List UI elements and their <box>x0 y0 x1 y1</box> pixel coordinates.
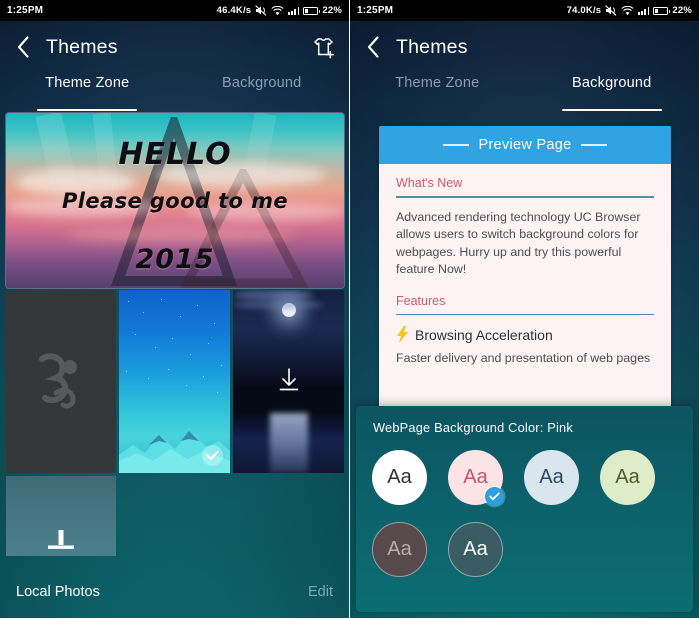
tab-active-underline <box>561 108 662 111</box>
add-theme-icon <box>313 38 334 59</box>
wifi-icon <box>271 5 284 15</box>
feature-title: Browsing Acceleration <box>415 326 553 343</box>
feature-body: Faster delivery and presentation of web … <box>396 351 651 366</box>
back-chevron-icon <box>17 36 29 58</box>
preview-page-title: Preview Page <box>478 137 572 153</box>
wifi-icon <box>621 5 634 15</box>
theme-thumb-mountain[interactable] <box>119 290 230 473</box>
tab-bar-left: Theme Zone Background <box>0 73 349 111</box>
screenshot-stage: 1:25PM 46.4K/s 22% Themes Theme Zone Bac… <box>0 0 699 618</box>
whats-new-body: Advanced rendering technology UC Browser… <box>396 209 641 277</box>
app-bar-left: Themes <box>0 21 349 73</box>
check-icon <box>489 492 500 501</box>
lightning-bolt-icon <box>397 326 408 344</box>
section-divider <box>396 313 654 316</box>
color-swatch-pink[interactable]: Aa <box>448 450 504 506</box>
status-bar-left: 1:25PM 46.4K/s 22% <box>0 0 349 21</box>
status-icons: 46.4K/s 22% <box>217 5 342 16</box>
swatch-selected-badge <box>485 487 504 506</box>
tab-theme-zone[interactable]: Theme Zone <box>0 73 175 111</box>
theme-thumb-local-photos[interactable] <box>6 476 116 556</box>
app-bar-right: Themes <box>350 21 699 73</box>
network-speed-label: 46.4K/s <box>216 5 252 16</box>
status-time: 1:25PM <box>357 5 394 16</box>
battery-icon <box>653 6 671 15</box>
battery-icon <box>303 6 321 15</box>
preview-card-header: Preview Page <box>379 126 671 164</box>
swatch-row-2: Aa Aa <box>356 522 693 577</box>
header-rule-right <box>580 144 607 146</box>
status-icons: 74.0K/s 22% <box>567 5 692 16</box>
featured-theme-banner[interactable]: HELLO Please good to me 2015 <box>6 113 344 288</box>
tab-theme-zone-label: Theme Zone <box>45 75 130 91</box>
swatch-border <box>372 522 427 577</box>
signal-bars-icon <box>638 6 650 15</box>
color-swatch-light-blue[interactable]: Aa <box>524 450 579 505</box>
check-icon <box>206 450 219 460</box>
preview-page-card: Preview Page What's New Advanced renderi… <box>379 126 671 410</box>
mute-icon <box>255 5 267 16</box>
banner-text-line1: HELLO <box>118 137 232 172</box>
whats-new-heading: What's New <box>396 176 463 190</box>
header-rule-left <box>443 144 470 146</box>
color-swatch-dark-teal[interactable]: Aa <box>448 522 503 577</box>
swatch-row-1: Aa Aa Aa Aa <box>356 450 693 506</box>
banner-text-line3: 2015 <box>135 244 215 275</box>
swatch-label: Aa <box>387 466 412 488</box>
page-title: Themes <box>46 35 118 58</box>
swatch-label: Aa <box>615 466 640 488</box>
battery-percent: 22% <box>322 5 342 16</box>
color-swatch-light-green[interactable]: Aa <box>600 450 655 505</box>
tab-bar-right: Theme Zone Background <box>350 73 699 111</box>
cloud <box>233 290 313 300</box>
add-theme-button[interactable] <box>297 21 349 73</box>
upload-icon <box>48 530 74 549</box>
mute-icon <box>605 5 617 16</box>
theme-thumb-moonlit-sea[interactable] <box>233 290 344 473</box>
theme-thumb-uc-default[interactable] <box>6 290 116 473</box>
feature-row: Browsing Acceleration <box>396 326 654 344</box>
cloud <box>66 227 296 243</box>
battery-percent: 22% <box>672 5 692 16</box>
theme-thumbnail-grid <box>6 290 344 565</box>
network-speed-label: 74.0K/s <box>566 5 602 16</box>
swatch-label: Aa <box>463 466 488 488</box>
phone-screen-right: 1:25PM 74.0K/s 22% Themes Theme Zone Bac… <box>350 0 699 618</box>
status-time: 1:25PM <box>7 5 44 16</box>
tab-background-label: Background <box>572 75 652 91</box>
back-chevron-icon <box>367 36 379 58</box>
uc-browser-logo-icon <box>39 352 77 409</box>
features-heading: Features <box>396 293 446 308</box>
cloud <box>233 300 323 309</box>
bottom-bar-left: Local Photos Edit <box>0 566 349 618</box>
color-swatch-white[interactable]: Aa <box>372 450 427 505</box>
tab-background[interactable]: Background <box>175 73 350 111</box>
tab-theme-zone-label: Theme Zone <box>395 75 480 91</box>
download-icon[interactable] <box>278 368 299 392</box>
swatch-border <box>448 522 503 577</box>
background-color-sheet: WebPage Background Color: Pink Aa Aa Aa <box>356 406 693 612</box>
tab-background[interactable]: Background <box>525 73 699 111</box>
swatch-label: Aa <box>539 466 564 488</box>
banner-text-line2: Please good to me <box>62 189 288 213</box>
sheet-title: WebPage Background Color: Pink <box>373 420 573 435</box>
tab-background-label: Background <box>222 75 302 91</box>
back-button[interactable] <box>0 21 46 73</box>
selected-check-badge <box>202 445 223 466</box>
color-swatch-dark-brown[interactable]: Aa <box>372 522 427 577</box>
preview-card-body: What's New Advanced rendering technology… <box>379 164 671 410</box>
back-button[interactable] <box>350 21 396 73</box>
local-photos-label[interactable]: Local Photos <box>16 584 100 600</box>
edit-button[interactable]: Edit <box>308 584 333 600</box>
section-divider <box>396 196 654 198</box>
phone-screen-left: 1:25PM 46.4K/s 22% Themes Theme Zone Bac… <box>0 0 349 618</box>
signal-bars-icon <box>288 6 300 15</box>
tab-active-underline <box>37 108 138 111</box>
tab-theme-zone[interactable]: Theme Zone <box>350 73 525 111</box>
page-title: Themes <box>396 35 468 58</box>
status-bar-right: 1:25PM 74.0K/s 22% <box>350 0 699 21</box>
moon-reflection <box>269 413 308 473</box>
